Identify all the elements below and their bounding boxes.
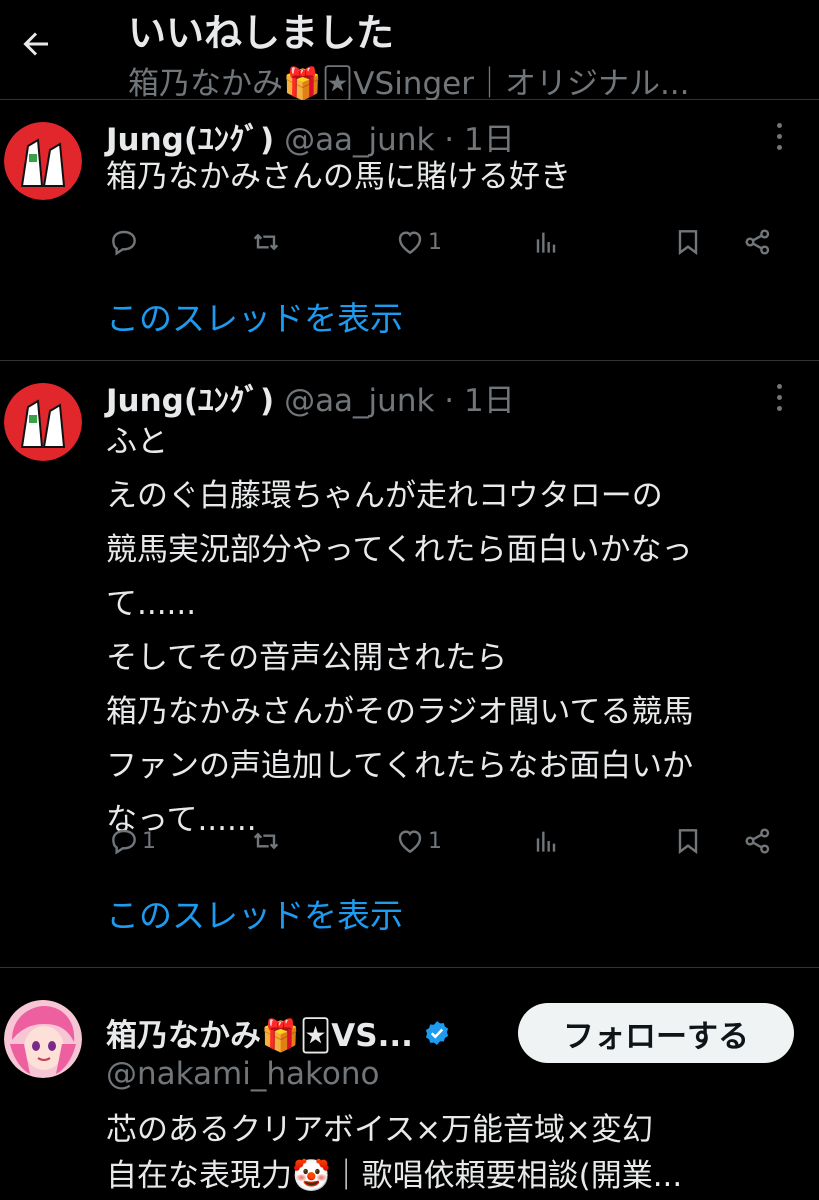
views-button[interactable]	[530, 819, 562, 863]
bookmark-button[interactable]	[672, 220, 704, 264]
share-icon	[745, 828, 770, 854]
user-avatar[interactable]	[4, 1000, 82, 1078]
reply-button[interactable]	[108, 220, 142, 264]
heart-icon	[398, 231, 422, 255]
top-bar: いいねしました 箱乃なかみ🎁🃏VSinger｜オリジナル...	[0, 0, 819, 100]
like-count: 1	[428, 229, 442, 255]
tweet-actions: 1 1	[0, 819, 819, 863]
tweet-header: Jung(ﾕﾝｸﾞ) @aa_junk · 1日	[106, 383, 515, 419]
reply-icon	[112, 829, 136, 855]
follow-button[interactable]: フォローする	[518, 1003, 794, 1063]
retweet-button[interactable]	[250, 819, 284, 863]
share-icon	[745, 229, 770, 255]
back-button[interactable]	[14, 22, 58, 66]
retweet-icon	[253, 233, 279, 251]
tweet-time[interactable]: 1日	[464, 383, 515, 419]
dot-icon	[776, 122, 782, 128]
avatar-image	[4, 383, 82, 461]
divider	[0, 967, 819, 968]
tweet-actions: 1	[0, 220, 819, 264]
user-name-row: 箱乃なかみ🎁🃏VS...	[106, 1010, 451, 1055]
show-thread-link[interactable]: このスレッドを表示	[106, 292, 403, 340]
bookmark-button[interactable]	[672, 819, 704, 863]
user-name[interactable]: 箱乃なかみ🎁🃏VS...	[106, 1010, 413, 1055]
views-button[interactable]	[530, 220, 562, 264]
reply-icon	[112, 230, 136, 256]
like-button[interactable]: 1	[394, 220, 442, 264]
avatar[interactable]	[4, 383, 82, 461]
show-thread-link[interactable]: このスレッドを表示	[106, 889, 403, 937]
retweet-button[interactable]	[250, 220, 284, 264]
author-name[interactable]: Jung(ﾕﾝｸﾞ)	[106, 383, 274, 419]
dot-icon	[776, 144, 782, 150]
avatar[interactable]	[4, 122, 82, 200]
dot-icon	[776, 383, 782, 389]
verified-badge-icon	[425, 1020, 449, 1045]
bar-chart-icon	[536, 831, 556, 852]
author-handle[interactable]: @aa_junk	[284, 383, 434, 419]
tweet-text: 箱乃なかみさんの馬に賭ける好き	[106, 159, 571, 195]
tweet[interactable]: Jung(ﾕﾝｸﾞ) @aa_junk · 1日 ふと えのぐ白藤環ちゃんが走れ…	[0, 361, 819, 967]
dot-icon	[776, 405, 782, 411]
retweet-icon	[253, 832, 279, 850]
bar-chart-icon	[536, 232, 556, 253]
tweet-text: ふと えのぐ白藤環ちゃんが走れコウタローの 競馬実況部分やってくれたら面白いかな…	[106, 424, 694, 838]
avatar-image	[4, 1000, 82, 1078]
user-handle[interactable]: @nakami_hakono	[106, 1056, 379, 1092]
dot-icon	[776, 394, 782, 400]
page-title: いいねしました	[128, 11, 395, 55]
arrow-left-icon	[23, 32, 48, 56]
heart-icon	[398, 830, 422, 854]
like-button[interactable]: 1	[394, 819, 442, 863]
user-bio: 芯のあるクリアボイス×万能音域×変幻 自在な表現力🤡｜歌唱依頼要相談(開業...	[106, 1112, 683, 1194]
avatar-image	[4, 122, 82, 200]
share-button[interactable]	[742, 220, 774, 264]
page-subtitle: 箱乃なかみ🎁🃏VSinger｜オリジナル...	[128, 66, 690, 100]
bookmark-icon	[678, 230, 698, 256]
reply-count: 1	[142, 828, 156, 854]
more-options-button[interactable]	[769, 377, 789, 417]
reply-button[interactable]: 1	[108, 819, 156, 863]
like-count: 1	[428, 828, 442, 854]
bookmark-icon	[678, 829, 698, 855]
share-button[interactable]	[742, 819, 774, 863]
dot-icon	[776, 133, 782, 139]
tweet[interactable]: Jung(ﾕﾝｸﾞ) @aa_junk · 1日 箱乃なかみさんの馬に賭ける好き…	[0, 100, 819, 360]
